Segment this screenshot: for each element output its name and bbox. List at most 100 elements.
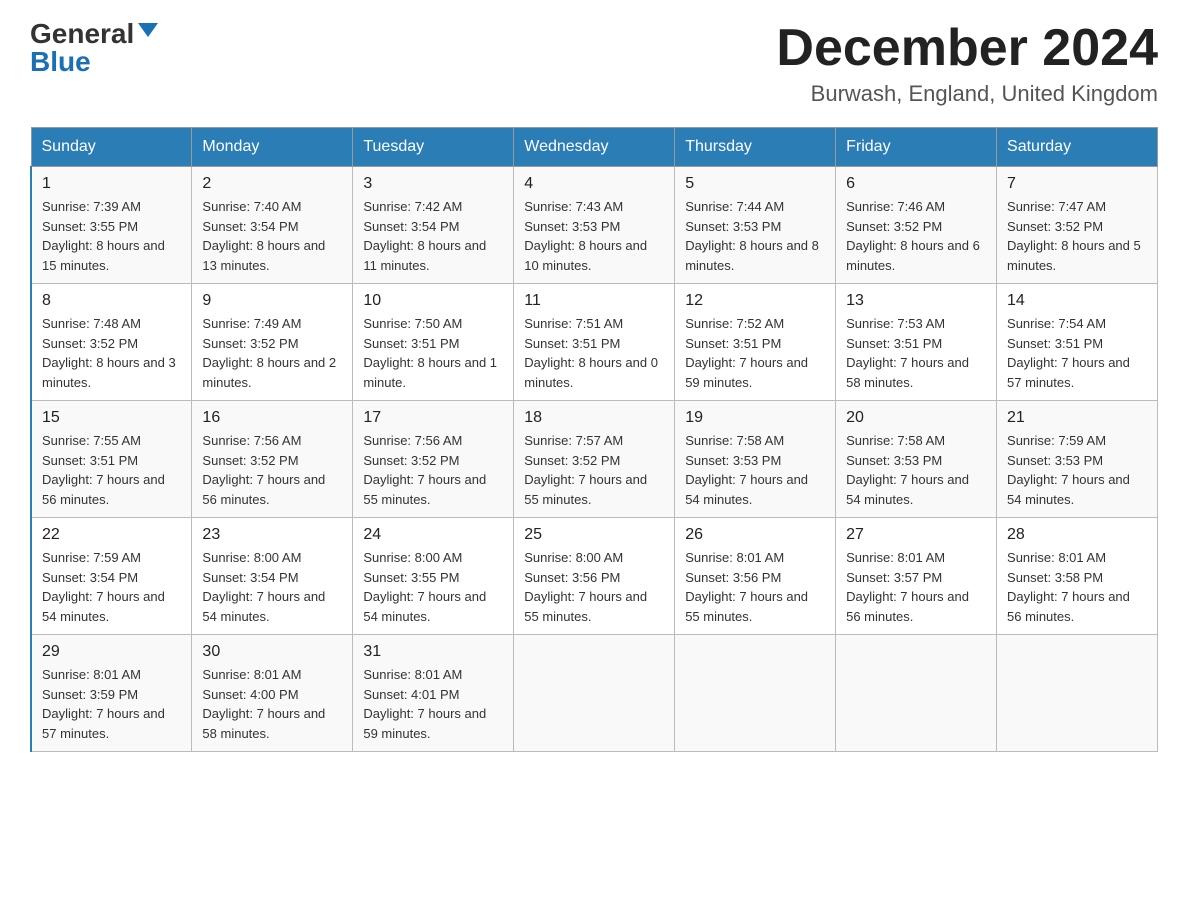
- day-info: Sunrise: 7:49 AMSunset: 3:52 PMDaylight:…: [202, 314, 342, 392]
- calendar-table: SundayMondayTuesdayWednesdayThursdayFrid…: [30, 127, 1158, 752]
- day-info: Sunrise: 7:59 AMSunset: 3:53 PMDaylight:…: [1007, 431, 1147, 509]
- calendar-cell: 31 Sunrise: 8:01 AMSunset: 4:01 PMDayligh…: [353, 635, 514, 752]
- column-header-wednesday: Wednesday: [514, 128, 675, 167]
- calendar-cell: 9 Sunrise: 7:49 AMSunset: 3:52 PMDaylight…: [192, 284, 353, 401]
- day-info: Sunrise: 8:00 AMSunset: 3:54 PMDaylight:…: [202, 548, 342, 626]
- day-info: Sunrise: 8:01 AMSunset: 3:57 PMDaylight:…: [846, 548, 986, 626]
- day-number: 6: [846, 175, 986, 193]
- title-area: December 2024 Burwash, England, United K…: [776, 20, 1158, 107]
- day-number: 9: [202, 292, 342, 310]
- day-info: Sunrise: 8:01 AMSunset: 4:00 PMDaylight:…: [202, 665, 342, 743]
- calendar-header-row: SundayMondayTuesdayWednesdayThursdayFrid…: [31, 128, 1158, 167]
- calendar-cell: 18 Sunrise: 7:57 AMSunset: 3:52 PMDayligh…: [514, 401, 675, 518]
- day-info: Sunrise: 7:58 AMSunset: 3:53 PMDaylight:…: [685, 431, 825, 509]
- day-info: Sunrise: 7:57 AMSunset: 3:52 PMDaylight:…: [524, 431, 664, 509]
- calendar-week-row: 15 Sunrise: 7:55 AMSunset: 3:51 PMDayligh…: [31, 401, 1158, 518]
- day-number: 8: [42, 292, 181, 310]
- calendar-cell: 16 Sunrise: 7:56 AMSunset: 3:52 PMDayligh…: [192, 401, 353, 518]
- logo-triangle-icon: [138, 23, 158, 37]
- day-number: 13: [846, 292, 986, 310]
- day-number: 19: [685, 409, 825, 427]
- calendar-cell: 3 Sunrise: 7:42 AMSunset: 3:54 PMDaylight…: [353, 167, 514, 284]
- calendar-cell: 20 Sunrise: 7:58 AMSunset: 3:53 PMDayligh…: [836, 401, 997, 518]
- logo: General Blue: [30, 20, 158, 76]
- calendar-week-row: 1 Sunrise: 7:39 AMSunset: 3:55 PMDaylight…: [31, 167, 1158, 284]
- calendar-cell: 4Sunrise: 7:43 AMSunset: 3:53 PMDaylight…: [514, 167, 675, 284]
- calendar-week-row: 8 Sunrise: 7:48 AMSunset: 3:52 PMDaylight…: [31, 284, 1158, 401]
- day-info: Sunrise: 7:52 AMSunset: 3:51 PMDaylight:…: [685, 314, 825, 392]
- calendar-cell: 13 Sunrise: 7:53 AMSunset: 3:51 PMDayligh…: [836, 284, 997, 401]
- calendar-cell: 10 Sunrise: 7:50 AMSunset: 3:51 PMDayligh…: [353, 284, 514, 401]
- calendar-cell: 26Sunrise: 8:01 AMSunset: 3:56 PMDayligh…: [675, 518, 836, 635]
- day-number: 12: [685, 292, 825, 310]
- day-info: Sunrise: 7:46 AMSunset: 3:52 PMDaylight:…: [846, 197, 986, 275]
- day-info: Sunrise: 7:39 AMSunset: 3:55 PMDaylight:…: [42, 197, 181, 275]
- calendar-cell: [514, 635, 675, 752]
- calendar-cell: 6 Sunrise: 7:46 AMSunset: 3:52 PMDaylight…: [836, 167, 997, 284]
- logo-general-text: General: [30, 20, 134, 48]
- logo-blue-text: Blue: [30, 46, 91, 77]
- day-info: Sunrise: 7:55 AMSunset: 3:51 PMDaylight:…: [42, 431, 181, 509]
- day-number: 31: [363, 643, 503, 661]
- day-number: 14: [1007, 292, 1147, 310]
- day-number: 18: [524, 409, 664, 427]
- calendar-week-row: 29 Sunrise: 8:01 AMSunset: 3:59 PMDayligh…: [31, 635, 1158, 752]
- calendar-cell: 17Sunrise: 7:56 AMSunset: 3:52 PMDayligh…: [353, 401, 514, 518]
- day-number: 15: [42, 409, 181, 427]
- day-info: Sunrise: 7:42 AMSunset: 3:54 PMDaylight:…: [363, 197, 503, 275]
- location-title: Burwash, England, United Kingdom: [776, 81, 1158, 107]
- column-header-sunday: Sunday: [31, 128, 192, 167]
- calendar-cell: 12 Sunrise: 7:52 AMSunset: 3:51 PMDayligh…: [675, 284, 836, 401]
- day-number: 7: [1007, 175, 1147, 193]
- calendar-week-row: 22 Sunrise: 7:59 AMSunset: 3:54 PMDayligh…: [31, 518, 1158, 635]
- calendar-cell: 25Sunrise: 8:00 AMSunset: 3:56 PMDayligh…: [514, 518, 675, 635]
- calendar-cell: 5 Sunrise: 7:44 AMSunset: 3:53 PMDaylight…: [675, 167, 836, 284]
- calendar-cell: 30 Sunrise: 8:01 AMSunset: 4:00 PMDayligh…: [192, 635, 353, 752]
- day-info: Sunrise: 8:01 AMSunset: 3:59 PMDaylight:…: [42, 665, 181, 743]
- day-info: Sunrise: 7:59 AMSunset: 3:54 PMDaylight:…: [42, 548, 181, 626]
- day-number: 27: [846, 526, 986, 544]
- day-info: Sunrise: 8:01 AMSunset: 4:01 PMDaylight:…: [363, 665, 503, 743]
- day-number: 1: [42, 175, 181, 193]
- day-number: 20: [846, 409, 986, 427]
- day-number: 5: [685, 175, 825, 193]
- calendar-cell: 24 Sunrise: 8:00 AMSunset: 3:55 PMDayligh…: [353, 518, 514, 635]
- day-info: Sunrise: 7:48 AMSunset: 3:52 PMDaylight:…: [42, 314, 181, 392]
- month-title: December 2024: [776, 20, 1158, 77]
- day-number: 3: [363, 175, 503, 193]
- calendar-cell: [675, 635, 836, 752]
- day-info: Sunrise: 7:58 AMSunset: 3:53 PMDaylight:…: [846, 431, 986, 509]
- day-info: Sunrise: 7:56 AMSunset: 3:52 PMDaylight:…: [363, 431, 503, 509]
- day-info: Sunrise: 7:44 AMSunset: 3:53 PMDaylight:…: [685, 197, 825, 275]
- day-number: 30: [202, 643, 342, 661]
- day-info: Sunrise: 7:53 AMSunset: 3:51 PMDaylight:…: [846, 314, 986, 392]
- calendar-cell: 2Sunrise: 7:40 AMSunset: 3:54 PMDaylight…: [192, 167, 353, 284]
- day-number: 10: [363, 292, 503, 310]
- column-header-friday: Friday: [836, 128, 997, 167]
- calendar-cell: 22 Sunrise: 7:59 AMSunset: 3:54 PMDayligh…: [31, 518, 192, 635]
- calendar-cell: 21Sunrise: 7:59 AMSunset: 3:53 PMDayligh…: [997, 401, 1158, 518]
- calendar-cell: 28 Sunrise: 8:01 AMSunset: 3:58 PMDayligh…: [997, 518, 1158, 635]
- day-number: 26: [685, 526, 825, 544]
- day-info: Sunrise: 8:01 AMSunset: 3:58 PMDaylight:…: [1007, 548, 1147, 626]
- day-info: Sunrise: 7:50 AMSunset: 3:51 PMDaylight:…: [363, 314, 503, 392]
- day-number: 28: [1007, 526, 1147, 544]
- day-info: Sunrise: 8:00 AMSunset: 3:56 PMDaylight:…: [524, 548, 664, 626]
- day-info: Sunrise: 7:47 AMSunset: 3:52 PMDaylight:…: [1007, 197, 1147, 275]
- day-info: Sunrise: 7:56 AMSunset: 3:52 PMDaylight:…: [202, 431, 342, 509]
- day-info: Sunrise: 8:00 AMSunset: 3:55 PMDaylight:…: [363, 548, 503, 626]
- column-header-saturday: Saturday: [997, 128, 1158, 167]
- day-number: 29: [42, 643, 181, 661]
- day-number: 11: [524, 292, 664, 310]
- day-info: Sunrise: 7:54 AMSunset: 3:51 PMDaylight:…: [1007, 314, 1147, 392]
- column-header-monday: Monday: [192, 128, 353, 167]
- calendar-cell: 11Sunrise: 7:51 AMSunset: 3:51 PMDayligh…: [514, 284, 675, 401]
- day-info: Sunrise: 7:43 AMSunset: 3:53 PMDaylight:…: [524, 197, 664, 275]
- day-number: 23: [202, 526, 342, 544]
- calendar-cell: [997, 635, 1158, 752]
- day-number: 24: [363, 526, 503, 544]
- day-number: 22: [42, 526, 181, 544]
- day-number: 16: [202, 409, 342, 427]
- calendar-cell: 29 Sunrise: 8:01 AMSunset: 3:59 PMDayligh…: [31, 635, 192, 752]
- calendar-cell: 19 Sunrise: 7:58 AMSunset: 3:53 PMDayligh…: [675, 401, 836, 518]
